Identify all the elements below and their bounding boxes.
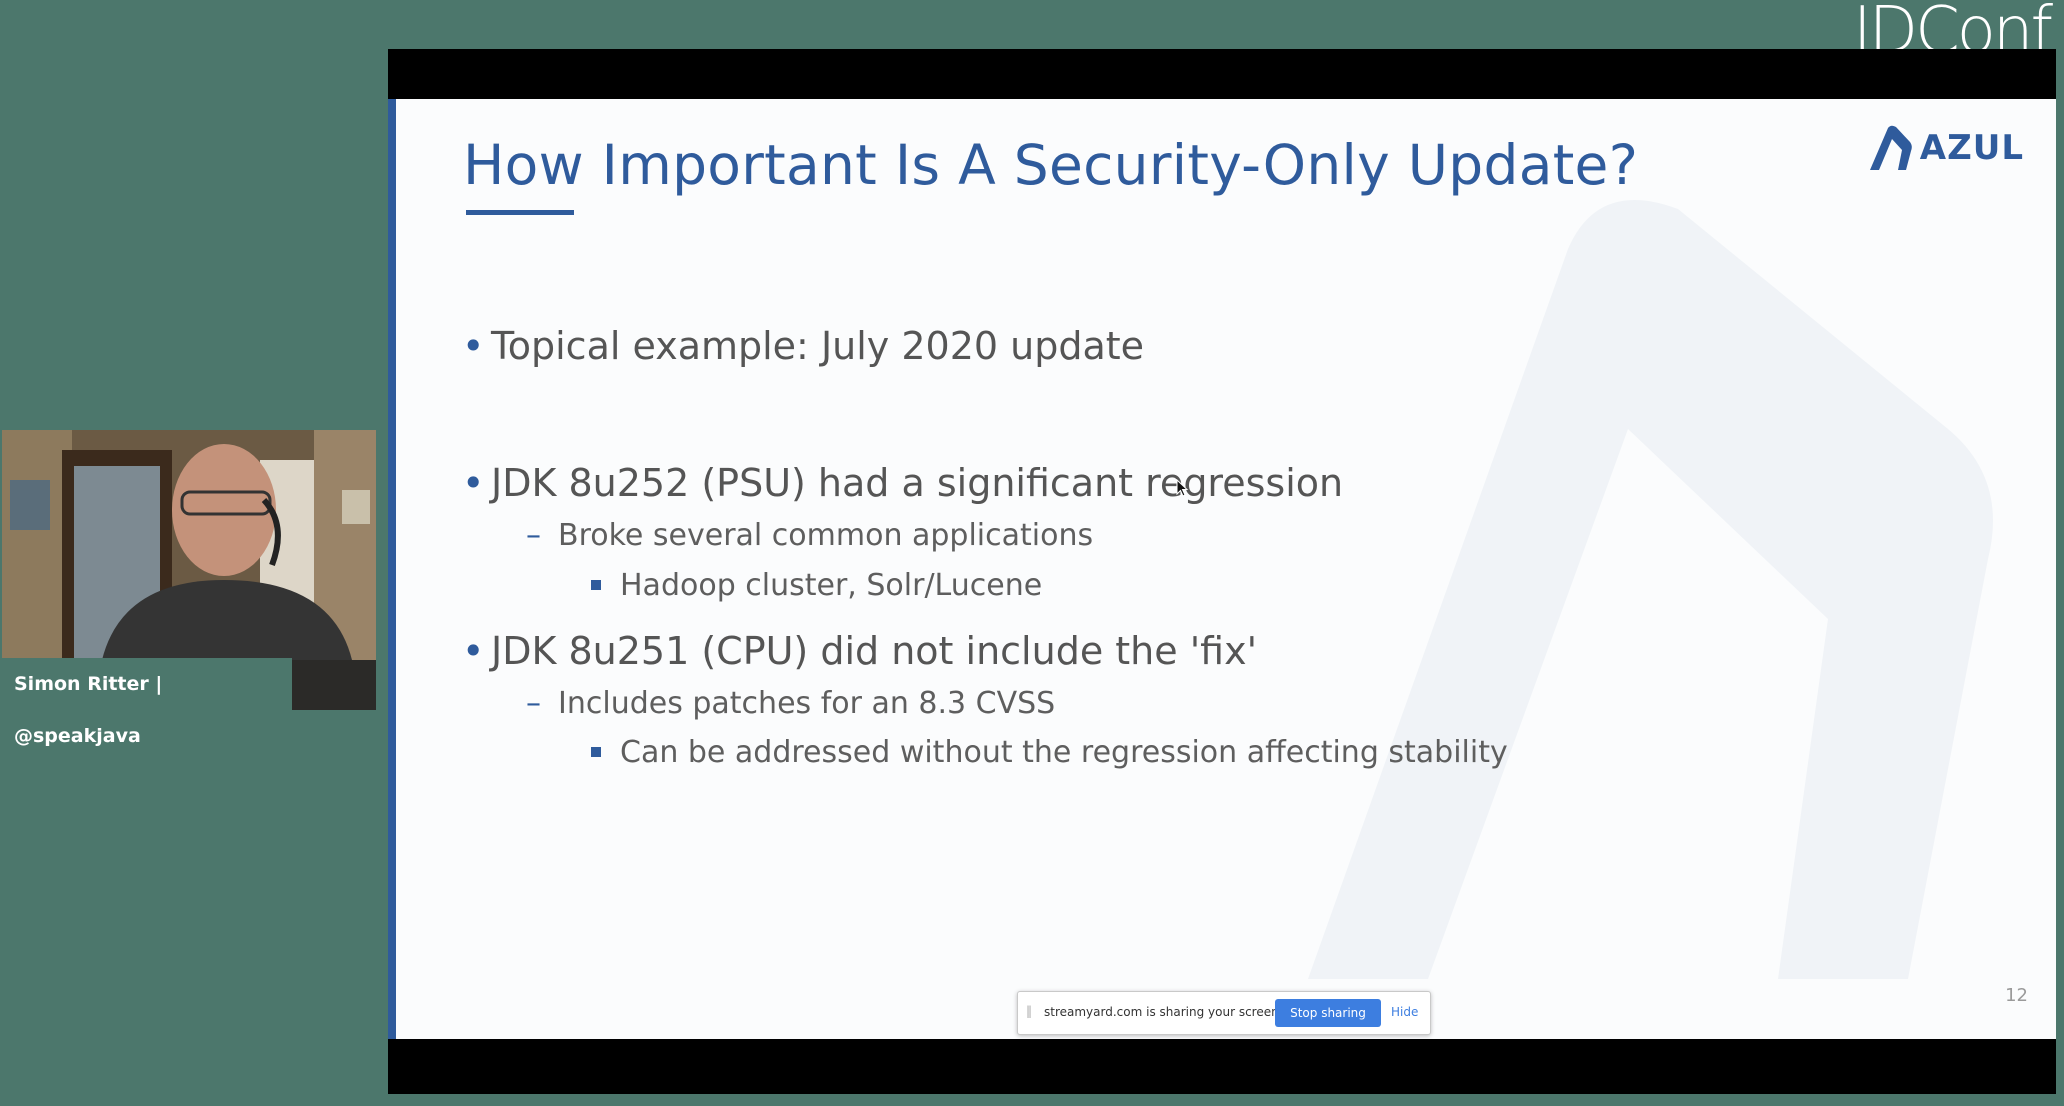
presentation-slide: How Important Is A Security-Only Update?…: [388, 99, 2056, 1039]
presenter-name-label: Simon Ritter | @speakjava: [0, 658, 292, 747]
sub-sub-bullet-text: Hadoop cluster, Solr/Lucene: [620, 568, 1043, 603]
mouse-cursor-icon: [1176, 479, 1189, 497]
bullet-marker: •: [462, 461, 485, 505]
bullet-text: JDK 8u252 (PSU) had a significant regres…: [491, 461, 1344, 505]
sub-bullet-marker: –: [526, 686, 541, 721]
hide-button[interactable]: Hide: [1391, 1005, 1418, 1019]
shared-screen: How Important Is A Security-Only Update?…: [388, 49, 2056, 1094]
sub-bullet-text: Broke several common applications: [558, 518, 1094, 553]
screen-share-notification: || streamyard.com is sharing your screen…: [1017, 991, 1431, 1035]
sub-bullet-text: Includes patches for an 8.3 CVSS: [558, 686, 1056, 721]
bullet-text: JDK 8u251 (CPU) did not include the 'fix…: [491, 629, 1258, 673]
presenter-camera-feed: [2, 430, 376, 660]
slide-bullets: • Topical example: July 2020 update • JD…: [388, 99, 2056, 1039]
share-message: streamyard.com is sharing your screen.: [1044, 1005, 1283, 1019]
square-bullet-marker: [591, 747, 601, 757]
sub-sub-bullet-text: Can be addressed without the regression …: [620, 735, 1508, 770]
bullet-marker: •: [462, 629, 485, 673]
bullet-marker: •: [462, 324, 485, 368]
square-bullet-marker: [591, 580, 601, 590]
bullet-text: Topical example: July 2020 update: [491, 324, 1145, 368]
slide-page-number: 12: [2005, 985, 2028, 1006]
sub-bullet-marker: –: [526, 518, 541, 553]
stop-sharing-button[interactable]: Stop sharing: [1275, 999, 1381, 1027]
drag-grip-icon[interactable]: ||: [1026, 1004, 1032, 1018]
